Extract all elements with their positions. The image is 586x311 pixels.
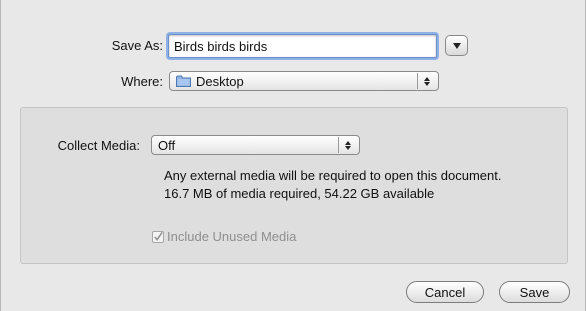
up-down-arrows-icon [417,73,436,89]
save-button-label: Save [519,284,550,300]
collect-media-popup[interactable]: Off [151,135,360,155]
include-unused-media-checkbox[interactable]: Include Unused Media [152,229,296,244]
up-down-arrows-icon [338,137,357,153]
media-info-line-1: Any external media will be required to o… [164,168,502,183]
expand-dialog-button[interactable] [445,35,468,56]
cancel-button[interactable]: Cancel [406,281,484,303]
chevron-down-icon [452,42,461,49]
save-button[interactable]: Save [499,281,570,303]
cancel-button-label: Cancel [424,284,466,300]
where-popup[interactable]: Desktop [169,71,439,91]
checkbox-box[interactable] [152,230,164,243]
where-label: Where: [121,74,163,89]
media-info-line-2: 16.7 MB of media required, 54.22 GB avai… [164,186,435,201]
save-as-input[interactable] [168,34,437,58]
where-value: Desktop [196,73,244,89]
save-sheet: Save As: Where: Desktop Collect Media: O… [0,0,586,311]
include-unused-media-label: Include Unused Media [167,229,297,244]
checkmark-icon [154,231,163,241]
collect-media-value: Off [158,137,176,153]
collect-media-label: Collect Media: [57,138,140,153]
save-as-label: Save As: [111,38,163,53]
folder-icon [176,75,191,87]
